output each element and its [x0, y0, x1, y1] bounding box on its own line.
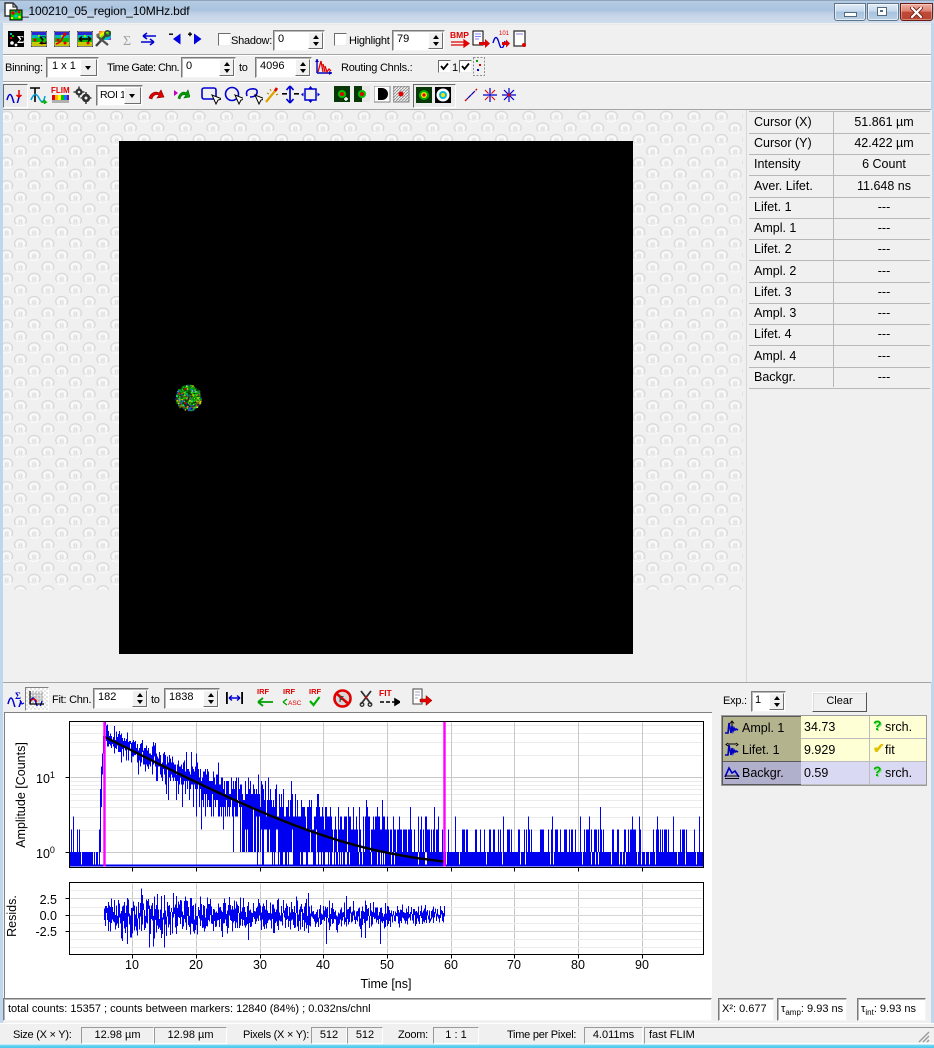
svg-text:ASC: ASC: [288, 700, 302, 707]
svg-text:BMP: BMP: [450, 30, 469, 40]
svg-text:IRF: IRF: [309, 687, 322, 696]
svg-text:F: F: [339, 695, 344, 704]
svg-text:Σ: Σ: [123, 34, 131, 47]
svg-text:101: 101: [499, 31, 510, 37]
svg-text:Σ: Σ: [39, 33, 47, 47]
svg-text:Σ: Σ: [17, 34, 24, 46]
svg-text:IRF: IRF: [283, 687, 296, 696]
svg-text:FLIM: FLIM: [51, 86, 70, 95]
svg-text:IRF: IRF: [257, 687, 270, 696]
svg-text:FIT: FIT: [379, 688, 393, 698]
svg-text:Σ: Σ: [15, 691, 21, 701]
